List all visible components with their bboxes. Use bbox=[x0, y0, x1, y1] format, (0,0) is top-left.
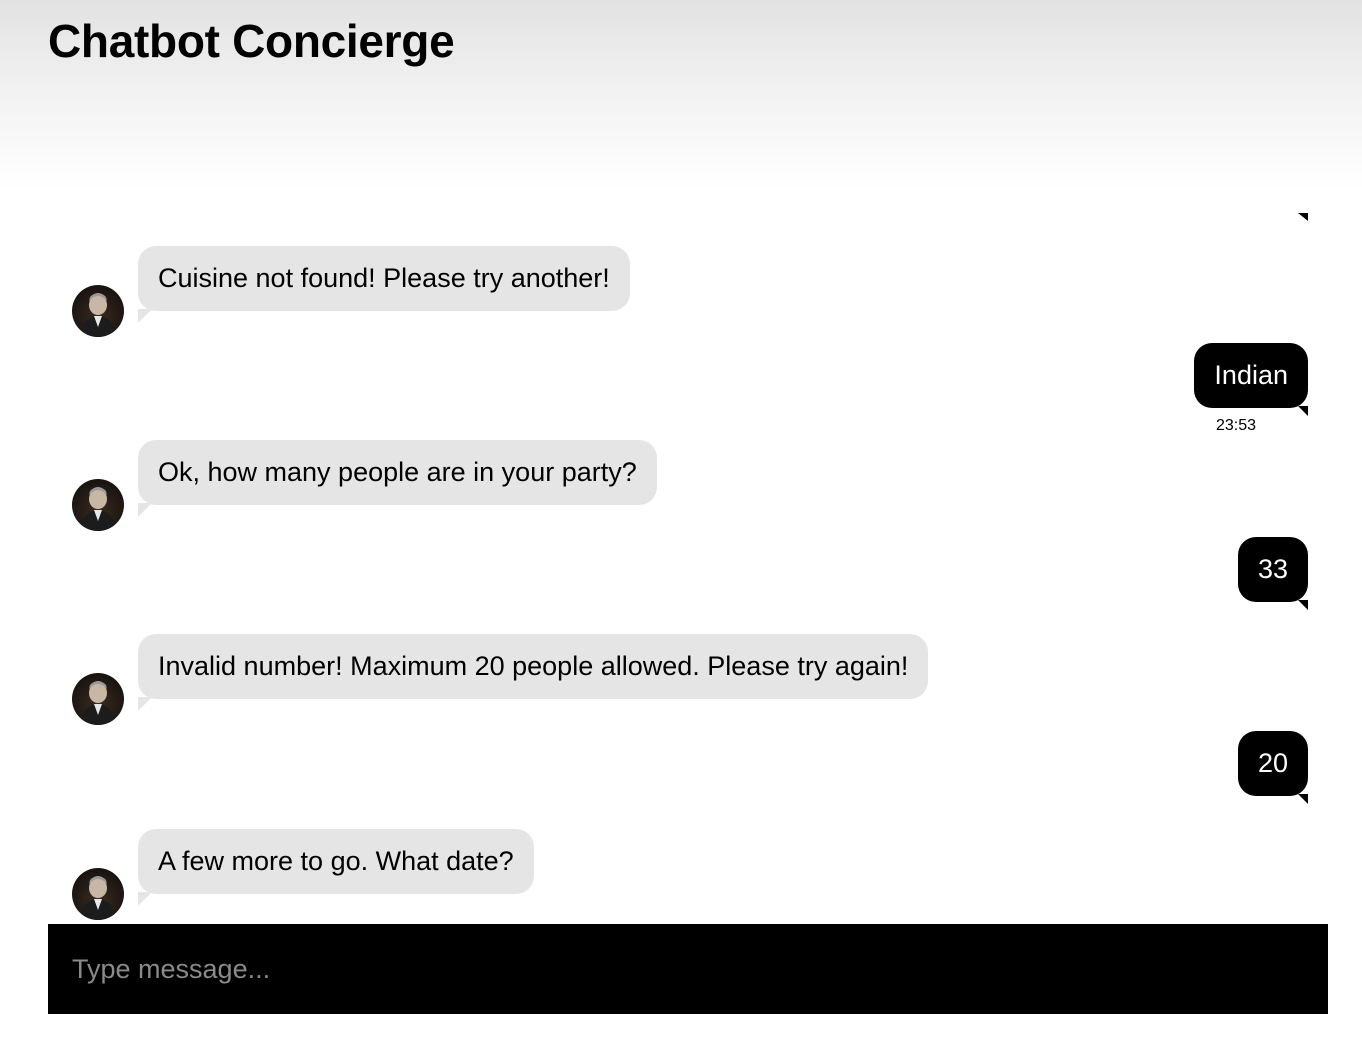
bot-message-bubble: Invalid number! Maximum 20 people allowe… bbox=[138, 634, 929, 711]
bot-avatar bbox=[72, 479, 124, 531]
page-title: Chatbot Concierge bbox=[48, 15, 455, 67]
message-input[interactable] bbox=[48, 924, 1328, 1014]
message-timestamp: 23:53 bbox=[1215, 417, 1256, 434]
chat-transcript[interactable]: Cuisine not found! Please try another! I… bbox=[48, 190, 1328, 924]
bot-message-bubble: A few more to go. What date? bbox=[138, 829, 534, 906]
bot-message-bubble: Ok, how many people are in your party? bbox=[138, 440, 657, 517]
clipped-bubble-tail bbox=[1298, 213, 1308, 221]
message-composer bbox=[48, 924, 1328, 1014]
person-icon bbox=[80, 876, 116, 920]
header: Chatbot Concierge bbox=[0, 0, 1362, 190]
bot-message-bubble: Cuisine not found! Please try another! bbox=[138, 246, 630, 323]
bot-avatar bbox=[72, 285, 124, 337]
user-message-bubble: 33 bbox=[1237, 537, 1309, 610]
person-icon bbox=[80, 293, 116, 337]
person-icon bbox=[80, 681, 116, 725]
user-message-bubble: 20 bbox=[1237, 731, 1309, 804]
bot-avatar bbox=[72, 868, 124, 920]
user-message-bubble: Indian bbox=[1194, 343, 1308, 416]
person-icon bbox=[80, 487, 116, 531]
bot-avatar bbox=[72, 673, 124, 725]
